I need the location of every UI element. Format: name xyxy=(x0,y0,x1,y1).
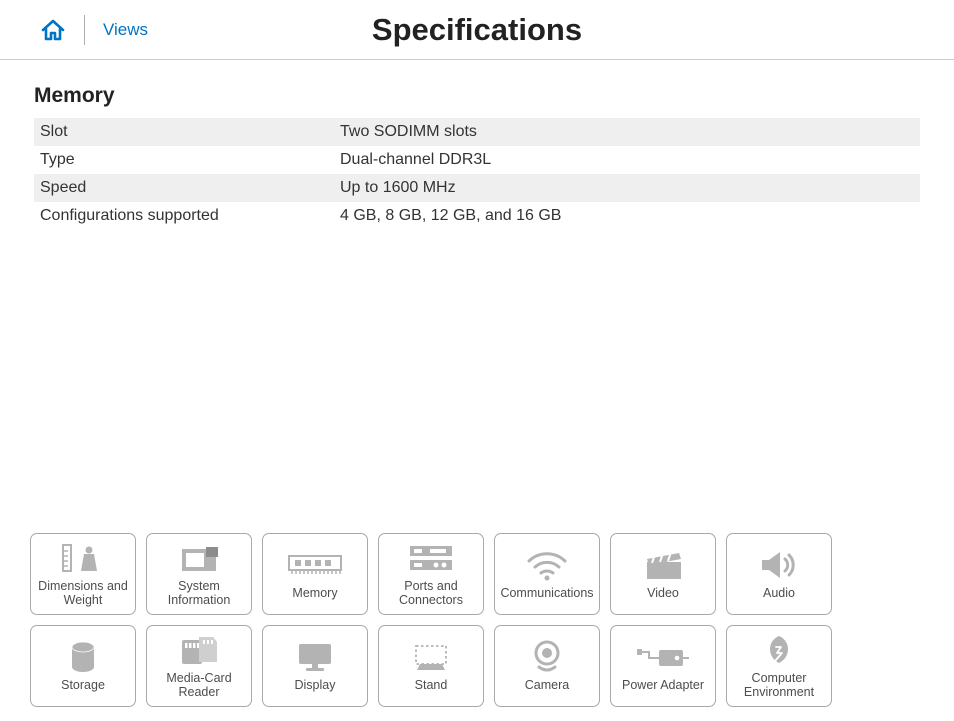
tile-video[interactable]: Video xyxy=(610,533,716,615)
tile-label: Communications xyxy=(500,586,593,600)
tile-label: Dimensions and Weight xyxy=(33,579,133,608)
spec-value: Up to 1600 MHz xyxy=(340,179,914,197)
spec-table: Slot Two SODIMM slots Type Dual-channel … xyxy=(34,118,920,230)
views-link[interactable]: Views xyxy=(103,20,148,40)
tile-power-adapter[interactable]: Power Adapter xyxy=(610,625,716,707)
content-area: Memory Slot Two SODIMM slots Type Dual-c… xyxy=(0,60,954,230)
home-icon[interactable] xyxy=(40,18,66,42)
sdcard-icon xyxy=(177,631,221,669)
tile-media-card-reader[interactable]: Media-Card Reader xyxy=(146,625,252,707)
tile-label: Camera xyxy=(525,678,569,692)
tile-audio[interactable]: Audio xyxy=(726,533,832,615)
chip-icon xyxy=(176,539,222,577)
ruler-weight-icon xyxy=(59,539,107,577)
table-row: Speed Up to 1600 MHz xyxy=(34,174,920,202)
tile-label: Power Adapter xyxy=(622,678,704,692)
webcam-icon xyxy=(530,638,564,676)
tile-stand[interactable]: Stand xyxy=(378,625,484,707)
tile-label: Memory xyxy=(292,586,337,600)
tile-label: Audio xyxy=(763,586,795,600)
tile-label: System Information xyxy=(149,579,249,608)
spec-label: Speed xyxy=(40,179,340,197)
tile-system-information[interactable]: System Information xyxy=(146,533,252,615)
spec-value: Dual-channel DDR3L xyxy=(340,151,914,169)
tile-label: Ports and Connectors xyxy=(381,579,481,608)
tile-computer-environment[interactable]: Computer Environment xyxy=(726,625,832,707)
spec-value: 4 GB, 8 GB, 12 GB, and 16 GB xyxy=(340,207,914,225)
tile-label: Video xyxy=(647,586,679,600)
cylinder-icon xyxy=(68,638,98,676)
table-row: Slot Two SODIMM slots xyxy=(34,118,920,146)
tile-communications[interactable]: Communications xyxy=(494,533,600,615)
tile-label: Display xyxy=(295,678,336,692)
top-bar: Views Specifications xyxy=(0,0,954,60)
tile-ports-and-connectors[interactable]: Ports and Connectors xyxy=(378,533,484,615)
ports-icon xyxy=(406,539,456,577)
tile-label: Storage xyxy=(61,678,105,692)
ram-icon xyxy=(287,546,343,584)
tile-label: Media-Card Reader xyxy=(149,671,249,700)
tile-navigation: Dimensions and Weight System Information… xyxy=(30,533,924,707)
section-title: Memory xyxy=(34,84,920,108)
leaf-icon xyxy=(763,631,795,669)
clapper-icon xyxy=(641,546,685,584)
tile-camera[interactable]: Camera xyxy=(494,625,600,707)
wifi-icon xyxy=(525,546,569,584)
stand-icon xyxy=(409,638,453,676)
adapter-icon xyxy=(635,638,691,676)
monitor-icon xyxy=(294,638,336,676)
tile-memory[interactable]: Memory xyxy=(262,533,368,615)
tile-label: Computer Environment xyxy=(729,671,829,700)
divider xyxy=(84,15,85,45)
table-row: Type Dual-channel DDR3L xyxy=(34,146,920,174)
spec-label: Type xyxy=(40,151,340,169)
spec-value: Two SODIMM slots xyxy=(340,123,914,141)
tile-dimensions-and-weight[interactable]: Dimensions and Weight xyxy=(30,533,136,615)
spec-label: Slot xyxy=(40,123,340,141)
spec-label: Configurations supported xyxy=(40,207,340,225)
table-row: Configurations supported 4 GB, 8 GB, 12 … xyxy=(34,202,920,230)
tile-label: Stand xyxy=(415,678,448,692)
speaker-icon xyxy=(758,546,800,584)
tile-display[interactable]: Display xyxy=(262,625,368,707)
tile-storage[interactable]: Storage xyxy=(30,625,136,707)
